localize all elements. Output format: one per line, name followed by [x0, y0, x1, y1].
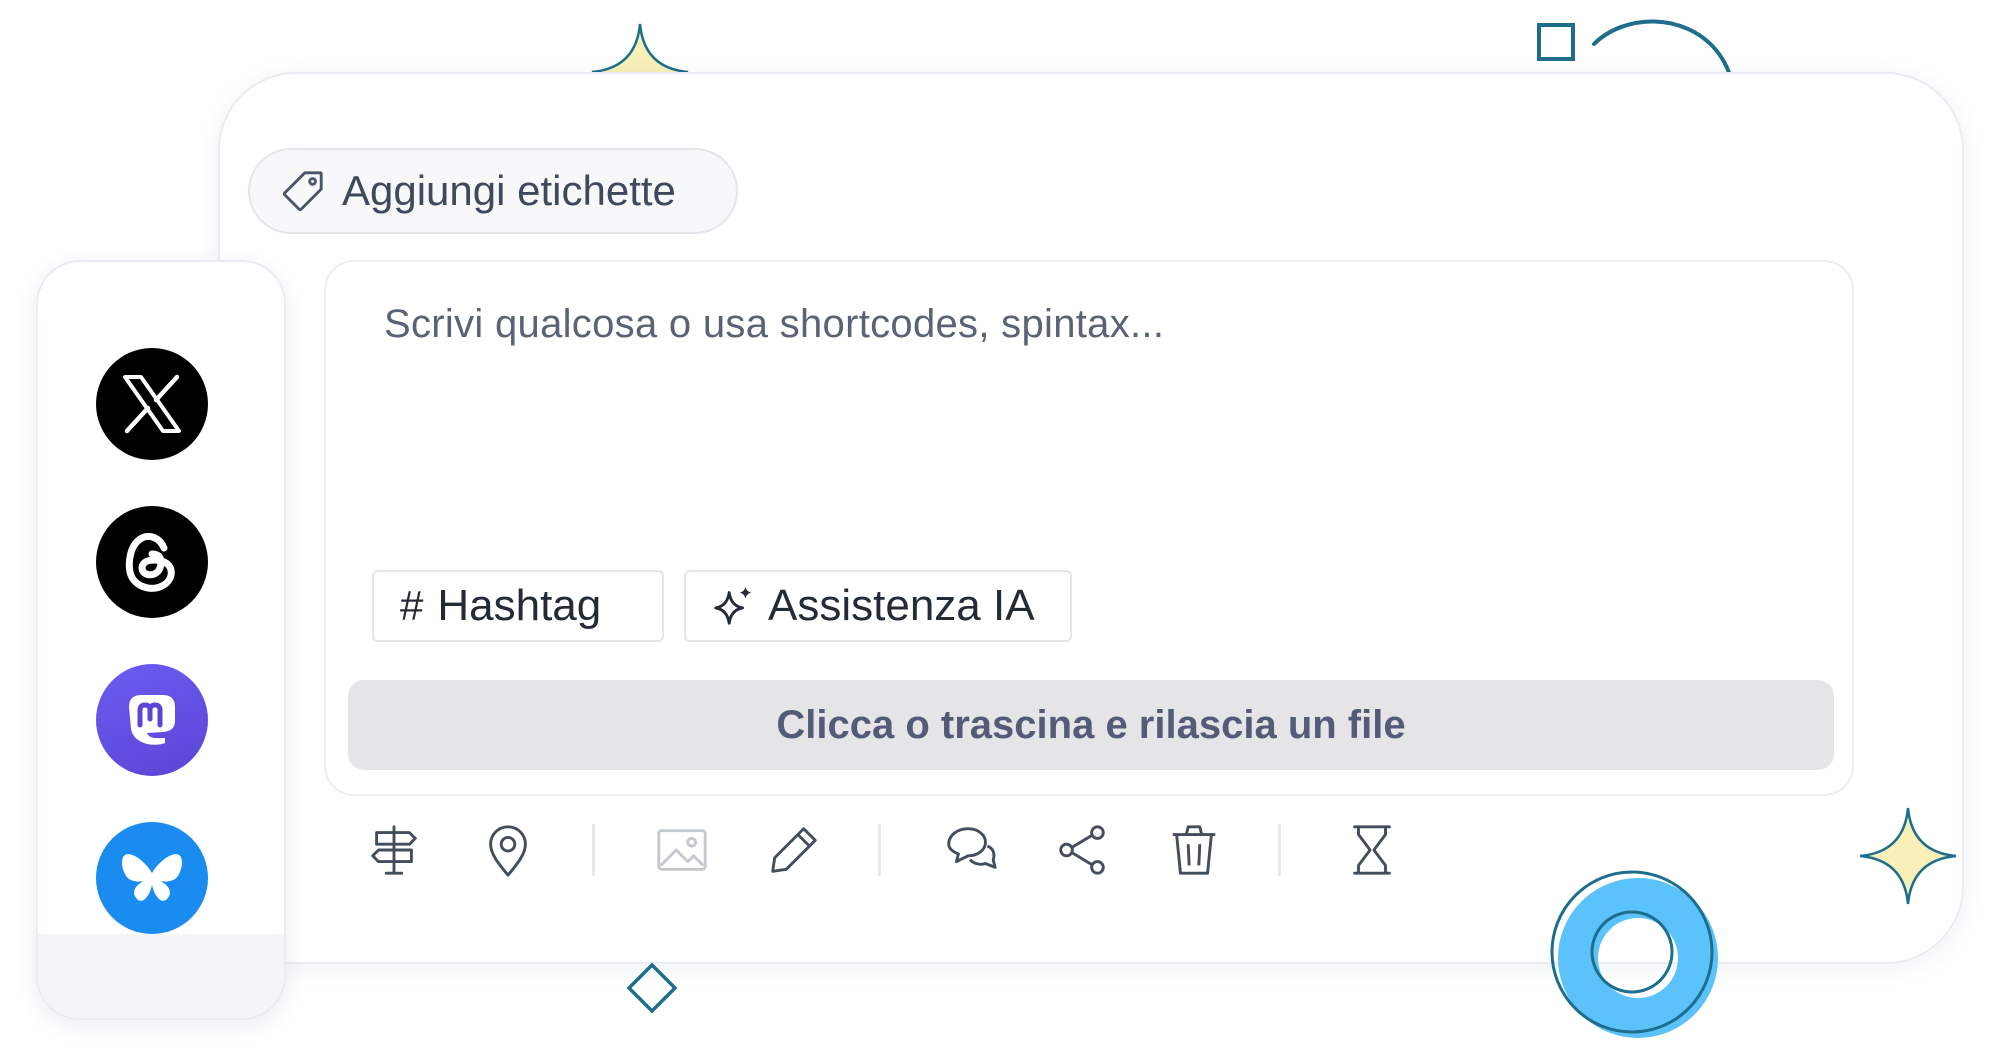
x-logo-icon: [123, 374, 181, 434]
network-x[interactable]: [96, 348, 208, 460]
social-panel-footer: [38, 934, 284, 1018]
add-labels-button[interactable]: Aggiungi etichette: [248, 148, 738, 234]
image-icon: [657, 829, 707, 871]
hashtag-button[interactable]: # Hashtag: [372, 570, 664, 642]
edit-button[interactable]: [764, 820, 824, 880]
diamond-outline-icon: [626, 962, 678, 1014]
schedule-button[interactable]: [1342, 820, 1402, 880]
file-upload-dropzone[interactable]: Clicca o trascina e rilascia un file: [348, 680, 1834, 770]
network-threads[interactable]: [96, 506, 208, 618]
signpost-icon: [371, 825, 417, 875]
bluesky-logo-icon: [122, 854, 182, 901]
toolbar-separator: [592, 824, 595, 876]
ai-assist-button[interactable]: Assistenza IA: [684, 570, 1072, 642]
toolbar-separator: [1278, 824, 1281, 876]
image-button[interactable]: [652, 820, 712, 880]
upload-label: Clicca o trascina e rilascia un file: [776, 702, 1406, 747]
hashtag-symbol: #: [400, 582, 424, 629]
share-button[interactable]: [1052, 820, 1112, 880]
tag-icon: [282, 171, 323, 212]
sparkles-icon: [714, 586, 752, 625]
hourglass-icon: [1353, 825, 1391, 875]
editor-placeholder[interactable]: Scrivi qualcosa o usa shortcodes, spinta…: [384, 302, 1784, 347]
pencil-icon: [771, 827, 817, 873]
hashtag-label: Hashtag: [437, 581, 602, 630]
sparkle-icon: [1859, 807, 1957, 905]
post-editor[interactable]: Scrivi qualcosa o usa shortcodes, spinta…: [324, 260, 1854, 796]
mastodon-logo-icon: [129, 695, 175, 745]
location-pin-icon: [489, 825, 527, 877]
add-labels-label: Aggiungi etichette: [342, 167, 676, 214]
square-outline-icon: [1537, 23, 1575, 61]
toolbar-separator: [878, 824, 881, 876]
ring-icon: [1550, 870, 1718, 1038]
comments-button[interactable]: [940, 820, 1000, 880]
signpost-button[interactable]: [364, 820, 424, 880]
network-bluesky[interactable]: [96, 822, 208, 934]
share-icon: [1059, 825, 1105, 875]
threads-logo-icon: [125, 532, 175, 592]
location-button[interactable]: [478, 820, 538, 880]
network-mastodon[interactable]: [96, 664, 208, 776]
trash-icon: [1172, 825, 1216, 875]
ai-assist-label: Assistenza IA: [768, 581, 1035, 630]
delete-button[interactable]: [1164, 820, 1224, 880]
comments-icon: [947, 827, 997, 869]
social-networks-panel: [36, 260, 286, 1020]
